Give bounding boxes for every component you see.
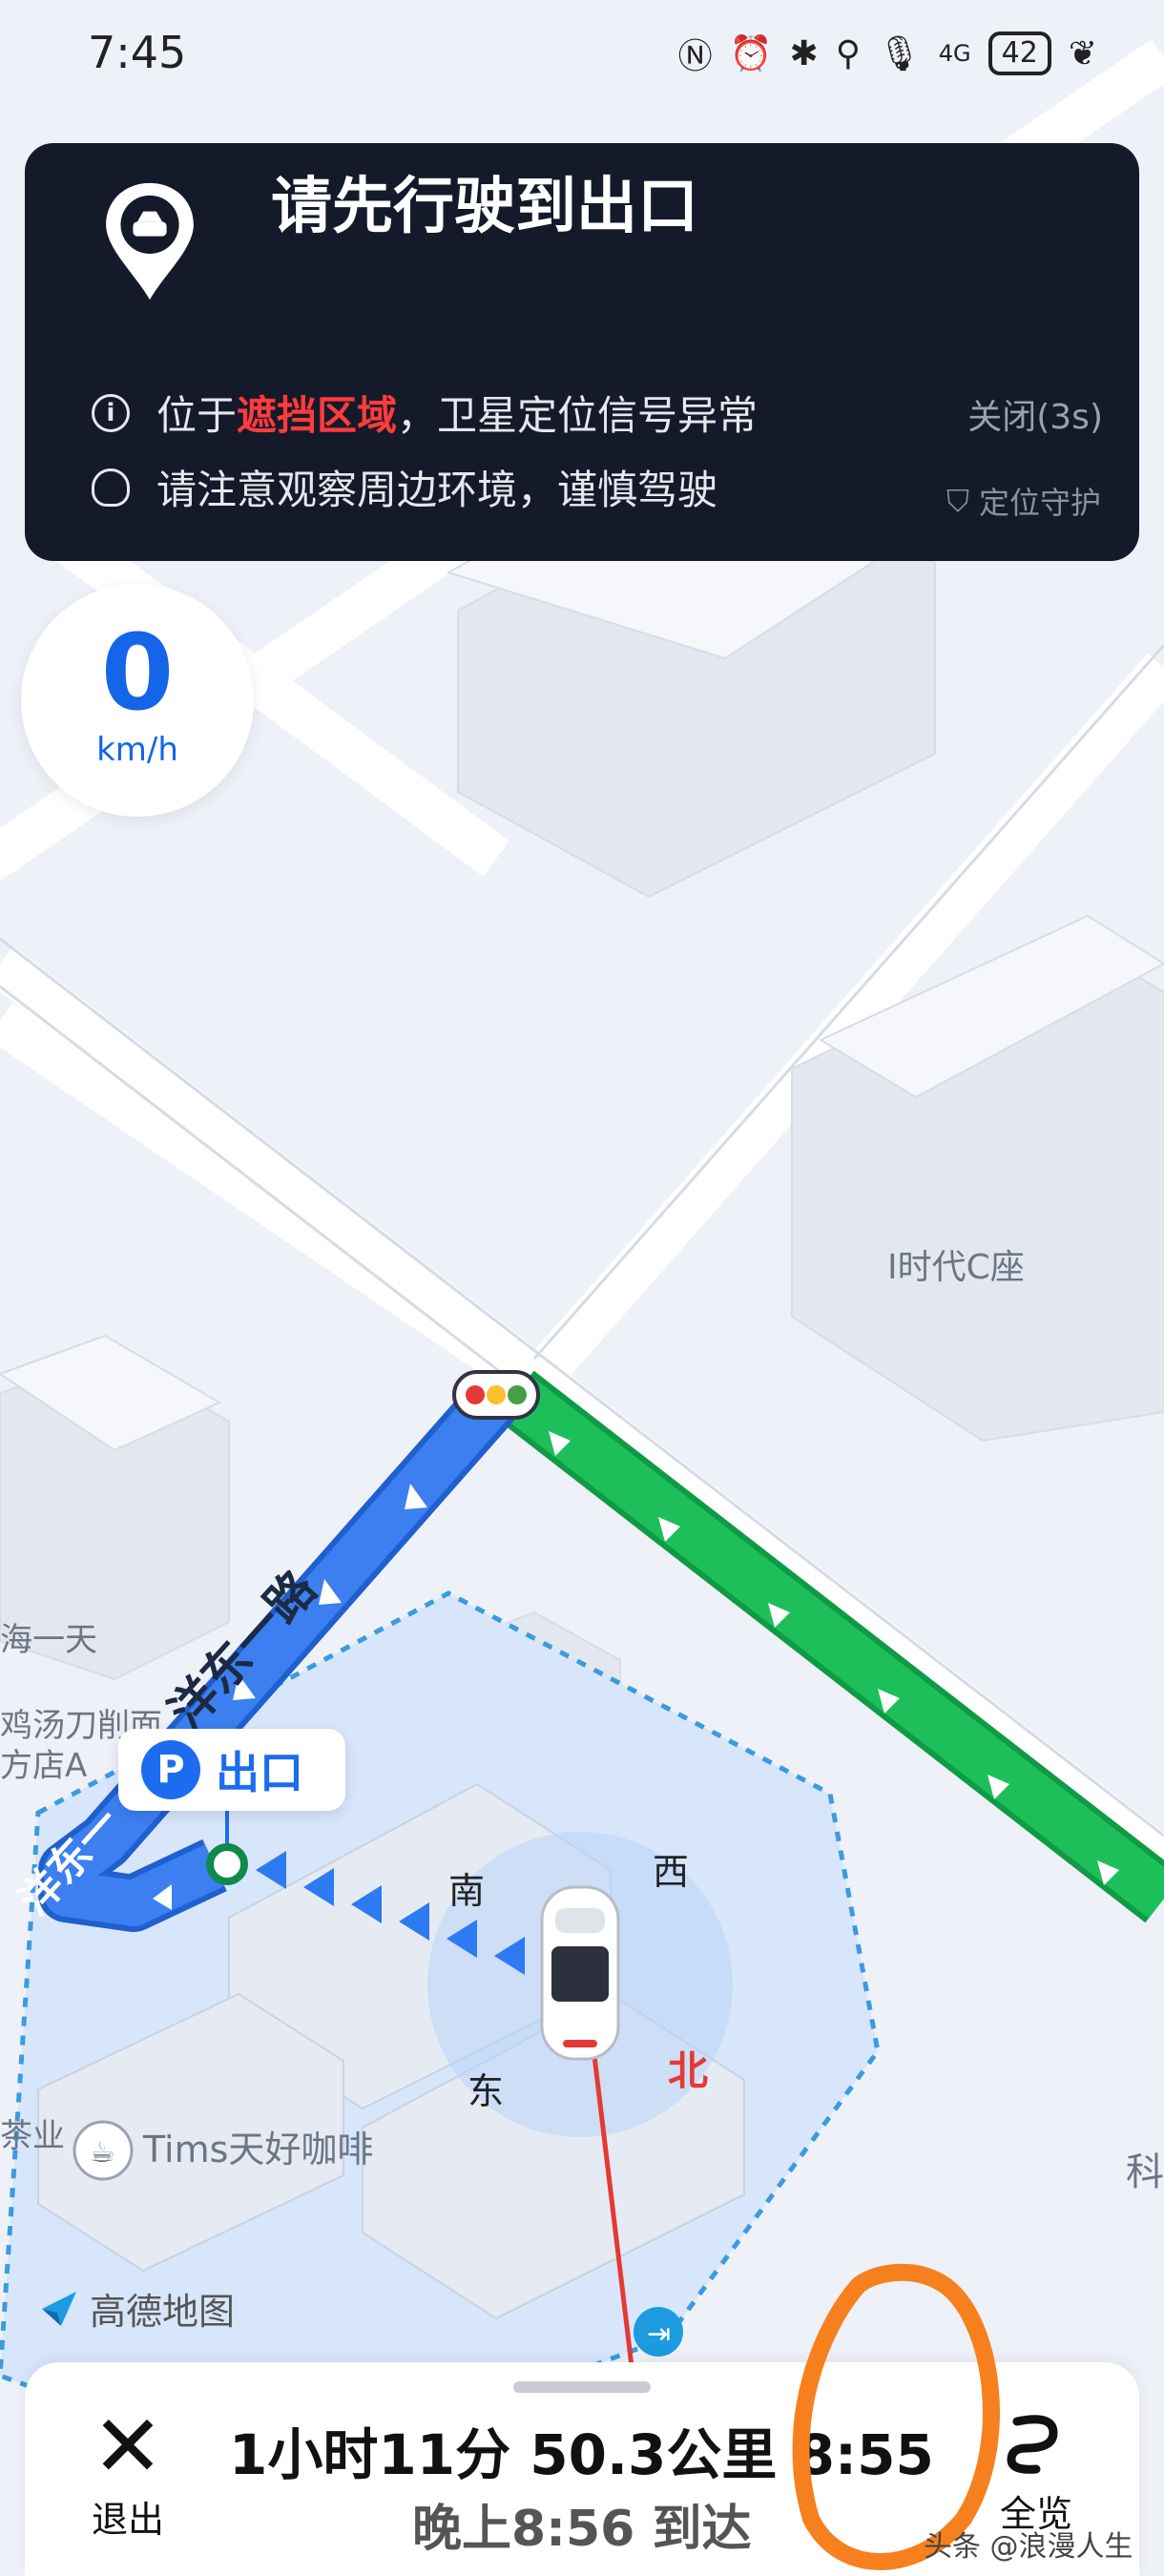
drive-notice: 请注意观察周边环境，谨慎驾驶 [92, 458, 717, 516]
close-icon: ✕ [92, 2397, 164, 2497]
nfc-icon: Ⓝ [677, 37, 713, 76]
svg-text:⇥: ⇥ [647, 2317, 671, 2351]
car-pin-icon [106, 182, 194, 301]
exit-label: 出口 [216, 1747, 303, 1798]
poi-left-label-4: 茶业 [0, 2117, 65, 2155]
drive-notice-text: 请注意观察周边环境，谨慎驾驶 [156, 467, 718, 513]
amap-logo: 高德地图 [38, 2282, 235, 2335]
status-bar: 7:45 Ⓝ ⏰ ✱ ⚲ 🎙 4G 42 ❦ [0, 0, 1164, 114]
route-overview-icon [1007, 2415, 1058, 2474]
traffic-light-icon [452, 1370, 540, 1420]
drag-handle[interactable] [513, 2381, 651, 2393]
gps-notice-pre: 位于 [156, 392, 238, 439]
gps-notice-highlight: 遮挡区域 [237, 392, 398, 439]
mic-icon: 🎙 [878, 34, 922, 73]
gps-notice: i 位于遮挡区域，卫星定位信号异常 [92, 384, 758, 442]
poi-building-label: I时代C座 [887, 1248, 1025, 1287]
poi-left-label-3: 方店A [0, 1747, 87, 1785]
status-icons: Ⓝ ⏰ ✱ ⚲ 🎙 4G 42 ❦ [678, 29, 1097, 78]
svg-text:☕: ☕ [90, 2136, 115, 2170]
parking-exit-tag[interactable]: P 出口 [118, 1729, 345, 1811]
watermark: 头条 @浪漫人生 [924, 2530, 1133, 2564]
battery-icon: 42 [987, 31, 1051, 75]
parking-icon: P [141, 1740, 200, 1799]
location-guard-link[interactable]: ⛉ 定位守护 [946, 479, 1101, 523]
close-banner-button[interactable]: 关闭(3s) [967, 389, 1103, 439]
route-overview-button[interactable]: 全览 [979, 2404, 1093, 2537]
arrival-time: 晚上8:56 到达 [412, 2501, 752, 2558]
exit-navigation-label: 退出 [91, 2499, 164, 2541]
location-icon: ⚲ [835, 33, 862, 73]
lightbulb-icon [92, 467, 130, 507]
poi-coffee-label: Tims天好咖啡 [142, 2129, 373, 2171]
amap-logo-text: 高德地图 [90, 2291, 236, 2333]
leaf-icon: ❦ [1068, 33, 1097, 73]
poi-left-label-1: 海一天 [0, 1621, 97, 1659]
signal-icon: 4G [938, 40, 971, 67]
navigation-banner: 请先行驶到出口 i 位于遮挡区域，卫星定位信号异常 请注意观察周边环境，谨慎驾驶… [25, 143, 1139, 561]
trip-info: 1小时11分 50.3公里 8:55 [229, 2422, 934, 2487]
compass-west-label: 西 [653, 1851, 689, 1893]
location-guard-label: 定位守护 [978, 485, 1101, 521]
exit-navigation-button[interactable]: ✕ 退出 [71, 2404, 185, 2543]
speed-unit: km/h [96, 731, 178, 769]
car-location-icon [540, 1885, 620, 2061]
shield-icon: ⛉ [946, 482, 969, 519]
speed-value: 0 [100, 612, 175, 734]
compass-north-label: 北 [668, 2047, 708, 2094]
gps-notice-post: ，卫星定位信号异常 [397, 392, 759, 439]
info-icon: i [92, 393, 130, 432]
alarm-icon: ⏰ [729, 34, 773, 73]
compass-south-label: 南 [448, 1870, 485, 1912]
poi-edge-label: 科 [1126, 2150, 1164, 2194]
bluetooth-icon: ✱ [789, 33, 819, 73]
speedometer: 0 km/h [21, 584, 254, 817]
amap-logo-icon [42, 2291, 76, 2326]
compass-east-label: 东 [468, 2070, 504, 2112]
status-time: 7:45 [88, 27, 187, 78]
banner-title: 请先行驶到出口 [271, 172, 698, 242]
